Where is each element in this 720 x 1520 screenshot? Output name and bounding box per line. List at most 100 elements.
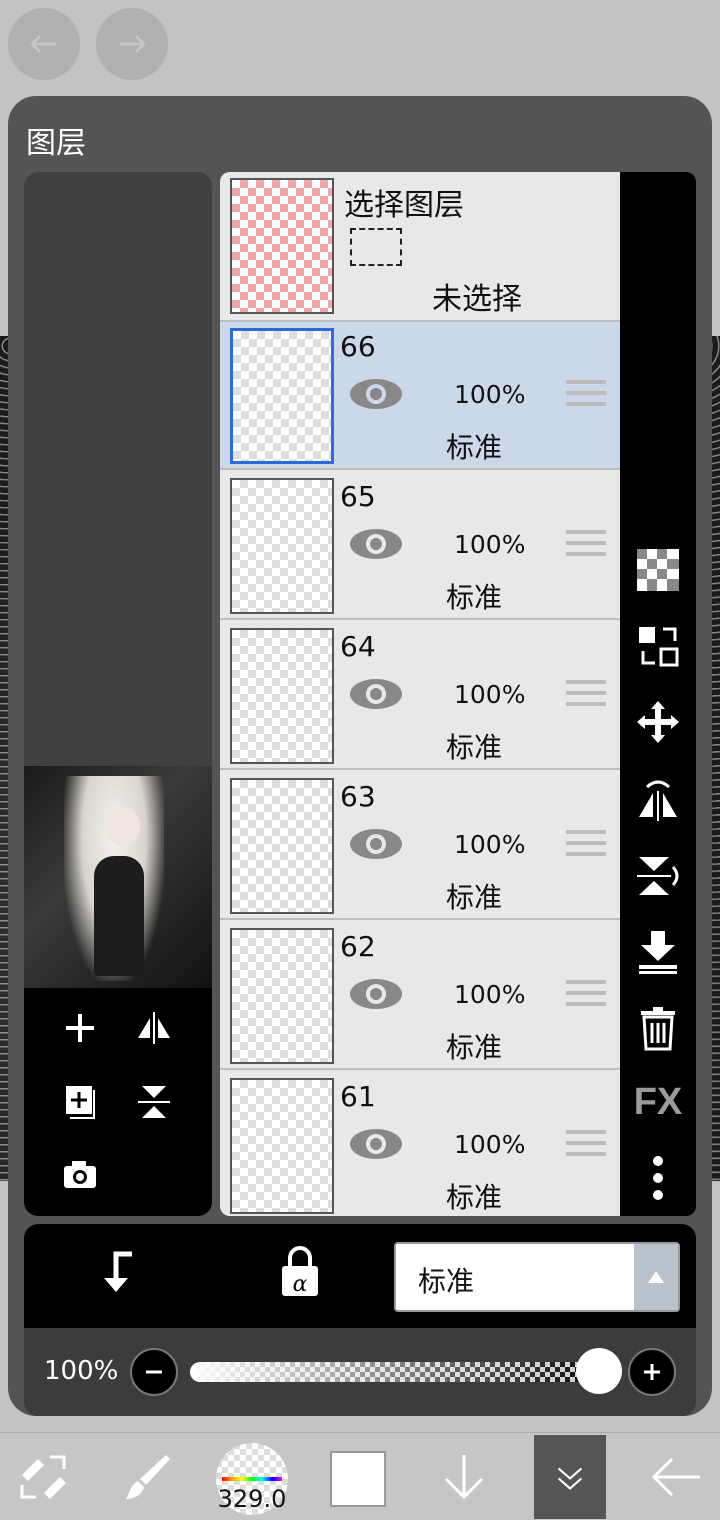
- dropdown-arrow-icon[interactable]: [634, 1244, 678, 1310]
- layer-number: 64: [340, 630, 376, 663]
- flip-horizontal-icon: [639, 780, 677, 821]
- undo-button[interactable]: [8, 8, 80, 80]
- layer-row[interactable]: 61 100% 标准: [220, 1072, 620, 1216]
- back-button[interactable]: [644, 1433, 708, 1520]
- trash-icon: [641, 1007, 675, 1051]
- blend-mode-select[interactable]: 标准: [394, 1242, 680, 1312]
- tool-switch-icon: [20, 1455, 66, 1499]
- camera-icon: [64, 1161, 96, 1188]
- selection-layer-title: 选择图层: [344, 188, 464, 223]
- flip-vertical-button[interactable]: [630, 848, 686, 904]
- flip-horizontal-icon: [138, 1012, 170, 1044]
- transparency-button[interactable]: [630, 542, 686, 598]
- layer-thumbnail[interactable]: [230, 628, 334, 764]
- drag-handle-icon[interactable]: [566, 830, 606, 860]
- swap-layer-button[interactable]: [630, 618, 686, 674]
- layer-thumbnail[interactable]: [230, 478, 334, 614]
- layer-number: 66: [340, 330, 376, 363]
- more-icon: [653, 1156, 663, 1200]
- layer-down-button[interactable]: [434, 1433, 494, 1520]
- drag-handle-icon[interactable]: [566, 680, 606, 710]
- undo-arrow-icon: [30, 34, 56, 54]
- layer-row[interactable]: 63 100% 标准: [220, 772, 620, 920]
- fx-label: FX: [633, 1080, 683, 1123]
- layer-row[interactable]: 65 100% 标准: [220, 472, 620, 620]
- layer-blend-mode: 标准: [446, 431, 503, 464]
- bottom-toolbar: 329.0: [0, 1432, 720, 1520]
- clipping-arrow-icon: [104, 1251, 132, 1292]
- layer-row[interactable]: 66 100% 标准: [220, 322, 620, 470]
- alpha-lock-button[interactable]: α: [278, 1246, 322, 1300]
- flip-vertical-icon: [138, 1086, 170, 1118]
- more-options-button[interactable]: [630, 1150, 686, 1206]
- layer-blend-mode: 标准: [446, 881, 503, 914]
- layer-row[interactable]: 64 100% 标准: [220, 622, 620, 770]
- opacity-decrease-button[interactable]: [130, 1348, 178, 1396]
- tool-switch-button[interactable]: [14, 1433, 74, 1520]
- color-spectrum-bar: [222, 1477, 282, 1481]
- minus-icon: [146, 1370, 162, 1374]
- swap-layer-icon: [639, 627, 679, 667]
- opacity-label: 100%: [44, 1356, 119, 1386]
- color-swatch[interactable]: [330, 1451, 386, 1507]
- merge-down-button[interactable]: [630, 924, 686, 980]
- plus-icon: [644, 1364, 660, 1380]
- panel-title: 图层: [26, 126, 86, 161]
- layers-tab-button[interactable]: [534, 1435, 606, 1519]
- layer-thumbnail[interactable]: [230, 928, 334, 1064]
- canvas-preview[interactable]: [24, 766, 212, 988]
- layer-thumbnail[interactable]: [230, 328, 334, 464]
- layer-thumbnail[interactable]: [230, 778, 334, 914]
- layer-thumbnail[interactable]: [230, 1078, 334, 1214]
- brush-size-button[interactable]: 329.0: [216, 1443, 288, 1515]
- drag-handle-icon[interactable]: [566, 380, 606, 410]
- redo-button[interactable]: [96, 8, 168, 80]
- visibility-eye-icon[interactable]: [348, 674, 404, 714]
- left-column: [24, 172, 212, 1216]
- copy-layer-button[interactable]: [54, 1076, 106, 1128]
- brush-tool-button[interactable]: [118, 1433, 178, 1520]
- opacity-slider-track[interactable]: [190, 1362, 614, 1382]
- flip-horizontal-button[interactable]: [630, 772, 686, 828]
- brush-icon: [126, 1455, 170, 1499]
- drag-handle-icon[interactable]: [566, 1130, 606, 1160]
- camera-button[interactable]: [54, 1148, 106, 1200]
- flip-layer-horizontal-button[interactable]: [128, 1002, 180, 1054]
- flip-layer-vertical-button[interactable]: [128, 1076, 180, 1128]
- delete-layer-button[interactable]: [630, 1000, 686, 1056]
- drag-handle-icon[interactable]: [566, 530, 606, 560]
- blend-mode-value: 标准: [418, 1265, 475, 1298]
- layer-opacity: 100%: [454, 380, 526, 409]
- preview-figure-face: [104, 806, 140, 846]
- visibility-eye-icon[interactable]: [348, 1124, 404, 1164]
- layer-number: 63: [340, 780, 376, 813]
- add-layer-copy-icon: [66, 1086, 95, 1119]
- opacity-increase-button[interactable]: [628, 1348, 676, 1396]
- visibility-eye-icon[interactable]: [348, 524, 404, 564]
- visibility-eye-icon[interactable]: [348, 824, 404, 864]
- visibility-eye-icon[interactable]: [348, 974, 404, 1014]
- clipping-button[interactable]: [94, 1248, 142, 1300]
- move-button[interactable]: [630, 694, 686, 750]
- arrow-down-icon: [444, 1455, 484, 1500]
- opacity-slider-knob[interactable]: [576, 1348, 622, 1394]
- selection-state: 未选择: [432, 282, 522, 317]
- selection-layer-row[interactable]: 选择图层 未选择: [220, 172, 620, 322]
- visibility-eye-icon[interactable]: [348, 374, 404, 414]
- selection-layer-thumbnail: [230, 178, 334, 314]
- alpha-lock-icon: α: [282, 1246, 318, 1297]
- merge-down-icon: [639, 931, 677, 974]
- layer-opacity: 100%: [454, 1130, 526, 1159]
- layer-tools-bar: FX: [620, 172, 696, 1216]
- layer-number: 65: [340, 480, 376, 513]
- layer-opacity: 100%: [454, 680, 526, 709]
- layer-row[interactable]: 62 100% 标准: [220, 922, 620, 1070]
- layer-blend-mode: 标准: [446, 581, 503, 614]
- add-layer-button[interactable]: [54, 1002, 106, 1054]
- fx-button[interactable]: FX: [630, 1074, 686, 1130]
- layer-number: 61: [340, 1080, 376, 1113]
- layer-list[interactable]: 选择图层 未选择 66 100% 标准 65 100% 标准 64 100% 标…: [220, 172, 620, 1216]
- move-icon: [637, 701, 679, 743]
- layer-opacity: 100%: [454, 980, 526, 1009]
- drag-handle-icon[interactable]: [566, 980, 606, 1010]
